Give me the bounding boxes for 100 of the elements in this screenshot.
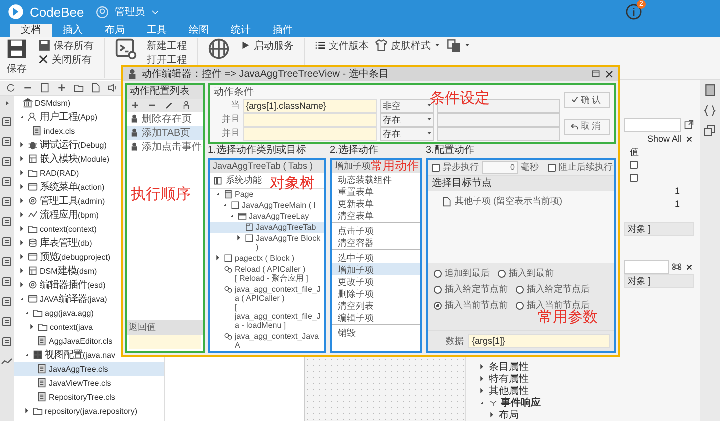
- property-search-field[interactable]: [624, 118, 681, 132]
- action-item[interactable]: 销毁: [332, 326, 420, 338]
- action-item[interactable]: 选中子项: [332, 251, 420, 263]
- expression-field[interactable]: [243, 112, 377, 126]
- operator-dropdown[interactable]: 存在: [380, 112, 434, 126]
- object-tree-item[interactable]: JavaAggTreeLay: [210, 211, 324, 222]
- action-item[interactable]: 清空容器: [332, 236, 420, 248]
- object-tree-item[interactable]: JavaAggTreeMain ( I: [210, 200, 324, 211]
- property-section[interactable]: 条目属性: [466, 361, 529, 373]
- tree-item[interactable]: 预览(debugproject): [14, 250, 164, 264]
- position-radio[interactable]: 插入给定节点后: [516, 283, 590, 296]
- link-icon: [224, 332, 233, 341]
- tree-item[interactable]: 嵌入模块(Module): [14, 152, 164, 166]
- tree-item[interactable]: agg(java.agg): [14, 306, 164, 320]
- property-section[interactable]: 事件响应: [466, 397, 541, 409]
- value-field[interactable]: [437, 126, 560, 140]
- system-functions-item[interactable]: 系统功能: [226, 174, 262, 187]
- tree-item[interactable]: JavaViewTree.cls: [14, 376, 164, 390]
- object-tree-item[interactable]: JavaAggTre Block ): [210, 233, 324, 253]
- open-project-button[interactable]: 打开工程: [147, 53, 187, 66]
- action-item[interactable]: 编辑子项: [332, 311, 420, 323]
- object-tree-item[interactable]: java_agg_context_JavaA: [210, 331, 324, 351]
- expression-field[interactable]: {args[1].className}: [243, 98, 377, 112]
- action-item[interactable]: 动态装载组件: [332, 173, 420, 185]
- action-item[interactable]: 删除子项: [332, 287, 420, 299]
- dialog-title: 动作编辑器：控件 => JavaAggTreeTreeView - 选中条目: [142, 68, 389, 81]
- action-item[interactable]: 清空表单: [332, 209, 420, 221]
- tree-item[interactable]: 流程应用(bpm): [14, 208, 164, 222]
- action-item[interactable]: 重置表单: [332, 185, 420, 197]
- tree-item[interactable]: 视图配置(java.nav: [14, 348, 164, 362]
- plus-icon: [131, 101, 140, 110]
- property-section[interactable]: 布局: [466, 409, 519, 421]
- async-checkbox[interactable]: [432, 164, 440, 172]
- tree-item[interactable]: DSMdsm): [14, 96, 164, 110]
- skin-style-button[interactable]: 皮肤样式: [375, 39, 441, 52]
- tree-item[interactable]: context(context): [14, 222, 164, 236]
- position-radio[interactable]: 追加到最后: [434, 267, 490, 280]
- cancel-button[interactable]: 取消: [564, 118, 610, 135]
- tree-item[interactable]: 库表管理(db): [14, 236, 164, 250]
- property-checkbox[interactable]: [630, 174, 638, 182]
- sidebar-tool-icon: [1, 176, 13, 188]
- operator-dropdown[interactable]: 存在: [380, 126, 434, 140]
- data-field[interactable]: {args[1]}: [468, 334, 610, 348]
- panel-header: 增加子项: [335, 160, 371, 173]
- action-item[interactable]: 增加子项: [332, 263, 420, 275]
- tree-item[interactable]: DSM建模(dsm): [14, 264, 164, 278]
- property-checkbox[interactable]: [630, 160, 638, 168]
- object-tree-item[interactable]: JavaAggTreeTab: [210, 222, 324, 233]
- action-item[interactable]: 清空列表: [332, 299, 420, 311]
- action-item[interactable]: 更新表单: [332, 197, 420, 209]
- target-title: 选择目标节点: [428, 176, 614, 191]
- ribbon-tab[interactable]: 文档: [10, 24, 52, 37]
- property-field[interactable]: [624, 260, 669, 274]
- property-section[interactable]: 其他属性: [466, 385, 529, 397]
- save-all-button[interactable]: 保存所有: [38, 39, 94, 52]
- object-tree-item[interactable]: pagectx ( Block ): [210, 253, 324, 264]
- delay-field[interactable]: 0: [482, 161, 518, 174]
- window-icon: [28, 182, 38, 192]
- action-item[interactable]: 更改子项: [332, 275, 420, 287]
- caret-icon: [151, 8, 160, 16]
- confirm-button[interactable]: 确认: [564, 92, 610, 108]
- position-radio[interactable]: 插入给定节点前: [434, 283, 508, 296]
- person-icon: [130, 142, 139, 152]
- expression-field[interactable]: [243, 126, 377, 140]
- position-radio[interactable]: 插入到最前: [498, 267, 554, 280]
- tree-item[interactable]: JavaAggTree.cls: [14, 362, 164, 376]
- position-radio[interactable]: 插入当前节点前: [434, 299, 508, 312]
- expanded-arrow-icon: [18, 113, 26, 121]
- tree-item[interactable]: JAVA编译器(java): [14, 292, 164, 306]
- property-value: 对象 ]: [624, 274, 694, 288]
- tree-item[interactable]: repository(java.repository): [14, 404, 164, 418]
- stop-checkbox[interactable]: [548, 164, 556, 172]
- action-list-item[interactable]: 添加点击事件: [127, 140, 203, 154]
- target-item[interactable]: 其他子项 (留空表示当前项): [455, 195, 562, 208]
- property-section[interactable]: 特有属性: [466, 373, 529, 385]
- tree-item[interactable]: 编辑器插件(esd): [14, 278, 164, 292]
- translate-button[interactable]: [447, 39, 471, 52]
- new-project-button[interactable]: 新建工程: [147, 39, 187, 52]
- save-button[interactable]: 保存: [6, 38, 28, 76]
- user-icon: [28, 112, 38, 122]
- pencil-icon: [165, 101, 174, 110]
- file-version-button[interactable]: 文件版本: [315, 39, 369, 52]
- value-field[interactable]: [437, 112, 560, 126]
- action-item[interactable]: 点击子项: [332, 224, 420, 236]
- return-value-field[interactable]: [129, 335, 201, 349]
- window-icon: [28, 252, 38, 262]
- property-value: 1: [674, 186, 680, 196]
- close-all-button[interactable]: 关闭所有: [38, 53, 92, 66]
- layout-icon: [238, 212, 247, 221]
- gear-icon: [28, 196, 38, 206]
- close-icon: [38, 54, 49, 65]
- tree-item[interactable]: AggJavaEditor.cls: [14, 334, 164, 348]
- start-service-button[interactable]: 启动服务: [240, 39, 294, 52]
- action-list-item[interactable]: 删除存在页: [127, 112, 203, 126]
- list-icon: [315, 40, 326, 51]
- tree-item[interactable]: RepositoryTree.cls: [14, 390, 164, 404]
- link-icon: [224, 285, 233, 294]
- tree-item[interactable]: RAD(RAD): [14, 166, 164, 180]
- show-all-label[interactable]: Show All: [647, 134, 682, 144]
- action-list-item[interactable]: 添加TAB页: [127, 126, 203, 140]
